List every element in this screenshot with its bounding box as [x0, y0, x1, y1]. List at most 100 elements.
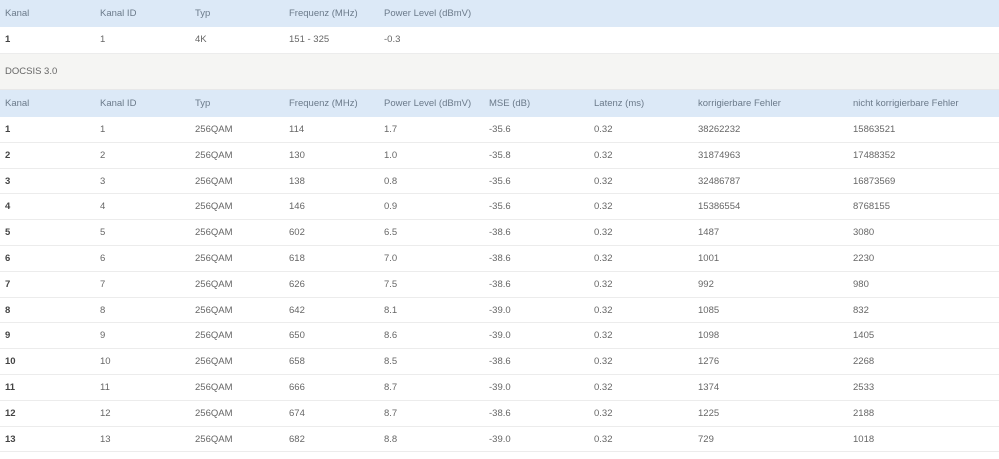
column-header[interactable]: Frequenz (MHz) [289, 90, 358, 118]
table-cell: 8.7 [384, 407, 398, 419]
table-cell: 3080 [853, 227, 875, 239]
table-cell: 7 [5, 278, 11, 290]
table-cell: 256QAM [195, 175, 233, 187]
table-cell: 8 [100, 304, 106, 316]
table-cell: 8.6 [384, 330, 398, 342]
table-cell: 13 [5, 433, 16, 445]
table-cell: 642 [289, 304, 305, 316]
table-cell: 1487 [698, 227, 720, 239]
table-cell: 2 [100, 149, 106, 161]
table-row: 2 2 256QAM 130 1.0 -35.8 0.32 31874963 17488352 [0, 143, 999, 169]
table-cell: 682 [289, 433, 305, 445]
table-row: 1 1 4K 151 - 325 -0.3 [0, 27, 999, 54]
table-cell: 666 [289, 381, 305, 393]
table-cell: 7.5 [384, 278, 398, 290]
table-row: 7 7 256QAM 626 7.5 -38.6 0.32 992 980 [0, 272, 999, 298]
table-cell: 9 [100, 330, 106, 342]
table-cell: 5 [5, 227, 11, 239]
column-header[interactable]: MSE (dB) [489, 90, 530, 118]
table-cell: 1374 [698, 381, 720, 393]
column-header[interactable]: Latenz (ms) [594, 90, 644, 118]
table-cell: 8.8 [384, 433, 398, 445]
table-cell: 1001 [698, 252, 720, 264]
table-cell: -38.6 [489, 278, 511, 290]
table-cell: 1 [100, 34, 106, 45]
table-cell: 0.32 [594, 304, 613, 316]
column-header[interactable]: Frequenz (MHz) [289, 0, 358, 28]
table-cell: 11 [100, 381, 110, 393]
column-header[interactable]: Kanal ID [100, 90, 136, 118]
table-cell: 1276 [698, 356, 720, 368]
table-cell: 729 [698, 433, 714, 445]
table-cell: 256QAM [195, 201, 233, 213]
column-header[interactable]: Typ [195, 90, 210, 118]
table-cell: 256QAM [195, 381, 233, 393]
table-row: 12 12 256QAM 674 8.7 -38.6 0.32 1225 2188 [0, 401, 999, 427]
table-cell: 1 [100, 124, 106, 135]
table-cell: 151 - 325 [289, 34, 330, 45]
table-cell: 1 [5, 124, 11, 135]
table-cell: 15386554 [698, 201, 741, 213]
table-cell: 602 [289, 227, 305, 239]
table-cell: 8.5 [384, 356, 398, 368]
table-cell: 256QAM [195, 124, 233, 135]
table-row: 8 8 256QAM 642 8.1 -39.0 0.32 1085 832 [0, 298, 999, 324]
table-cell: 0.32 [594, 278, 613, 290]
table-cell: 2533 [853, 381, 875, 393]
table-cell: 4 [5, 201, 11, 213]
table-cell: 15863521 [853, 124, 896, 135]
table-cell: 0.32 [594, 356, 613, 368]
table-cell: -38.6 [489, 356, 511, 368]
table-cell: 12 [5, 407, 16, 419]
table-cell: 650 [289, 330, 305, 342]
column-header[interactable]: Kanal [5, 90, 29, 118]
table-cell: 6 [5, 252, 11, 264]
column-header[interactable]: Power Level (dBmV) [384, 90, 471, 118]
table-cell: 1098 [698, 330, 720, 342]
table-cell: 674 [289, 407, 305, 419]
table-cell: 138 [289, 175, 305, 187]
column-header[interactable]: Power Level (dBmV) [384, 0, 471, 28]
table-header-row: Kanal Kanal ID Typ Frequenz (MHz) Power Leve… [0, 90, 999, 117]
table-cell: 130 [289, 149, 305, 161]
column-header[interactable]: korrigierbare Fehler [698, 90, 781, 118]
table-cell: 1018 [853, 433, 875, 445]
table-row: 5 5 256QAM 602 6.5 -38.6 0.32 1487 3080 [0, 220, 999, 246]
table-cell: 0.32 [594, 227, 613, 239]
table-cell: 32486787 [698, 175, 741, 187]
table-row: 13 13 256QAM 682 8.8 -39.0 0.32 729 1018 [0, 427, 999, 453]
table-cell: 6 [100, 252, 106, 264]
table-cell: 11 [5, 381, 16, 393]
table-cell: 1225 [698, 407, 720, 419]
table-cell: 256QAM [195, 278, 233, 290]
table-cell: 38262232 [698, 124, 741, 135]
table-cell: 2268 [853, 356, 875, 368]
table-cell: -39.0 [489, 330, 511, 342]
table-cell: -35.6 [489, 201, 511, 213]
table-cell: -35.8 [489, 149, 511, 161]
table-cell: 1085 [698, 304, 720, 316]
table-cell: 16873569 [853, 175, 896, 187]
column-header[interactable]: nicht korrigierbare Fehler [853, 90, 959, 118]
table-cell: -35.6 [489, 124, 511, 135]
table-cell: 13 [100, 433, 111, 445]
table-cell: 2188 [853, 407, 875, 419]
table-row: 6 6 256QAM 618 7.0 -38.6 0.32 1001 2230 [0, 246, 999, 272]
column-header[interactable]: Typ [195, 0, 210, 28]
table-cell: 256QAM [195, 252, 233, 264]
table-cell: 0.32 [594, 330, 613, 342]
table-cell: 0.9 [384, 201, 398, 213]
table-cell: 8.7 [384, 381, 398, 393]
column-header[interactable]: Kanal ID [100, 0, 136, 28]
table-cell: 256QAM [195, 227, 233, 239]
table-cell: 1 [5, 34, 11, 45]
table-cell: 4 [100, 201, 106, 213]
table-cell: 0.32 [594, 433, 613, 445]
table-header-row: Kanal Kanal ID Typ Frequenz (MHz) Power Leve… [0, 0, 999, 27]
table-cell: -38.6 [489, 252, 511, 264]
table-cell: 980 [853, 278, 869, 290]
table-cell: -39.0 [489, 433, 511, 445]
table-row: 10 10 256QAM 658 8.5 -38.6 0.32 1276 2268 [0, 349, 999, 375]
column-header[interactable]: Kanal [5, 0, 29, 28]
table-cell: 8768155 [853, 201, 890, 213]
